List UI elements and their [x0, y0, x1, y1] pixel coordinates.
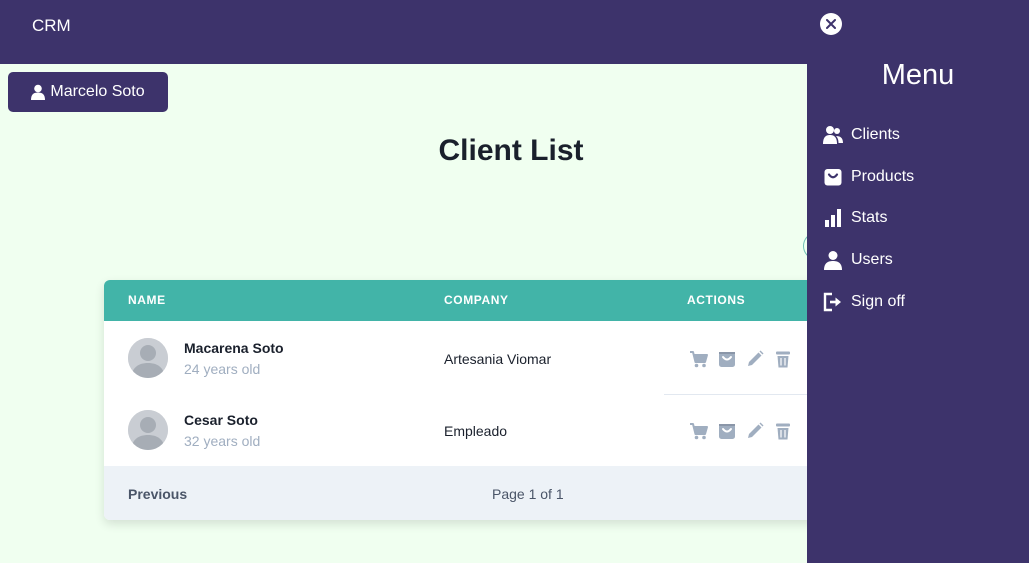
client-table: NAME COMPANY ACTIONS Macarena Soto 24 ye…	[104, 280, 824, 520]
client-age: 32 years old	[184, 433, 261, 449]
menu-title: Menu	[881, 59, 955, 91]
close-icon	[826, 19, 836, 29]
column-header-name: NAME	[128, 293, 166, 307]
close-menu-button[interactable]	[820, 13, 842, 35]
avatar	[128, 338, 168, 378]
side-menu-drawer: Menu Clients Products Stats Users Sign o…	[807, 60, 1029, 563]
sign-out-icon	[823, 292, 843, 312]
menu-item-label: Stats	[851, 209, 888, 226]
avatar	[128, 410, 168, 450]
client-age: 24 years old	[184, 361, 261, 377]
column-header-actions: ACTIONS	[687, 293, 746, 307]
user-icon	[31, 84, 46, 100]
menu-item-label: Clients	[851, 126, 900, 143]
menu-item-sign-off[interactable]: Sign off	[823, 290, 905, 314]
menu-item-label: Sign off	[851, 293, 905, 310]
menu-item-users[interactable]: Users	[823, 248, 893, 272]
client-name: Cesar Soto	[184, 412, 258, 428]
column-header-company: COMPANY	[444, 293, 509, 307]
table-pagination: Previous Page 1 of 1	[104, 466, 824, 520]
top-bar: CRM	[0, 0, 1029, 64]
shopping-bag-icon[interactable]	[717, 421, 737, 441]
row-actions	[689, 421, 793, 441]
menu-item-clients[interactable]: Clients	[823, 123, 900, 147]
trash-icon[interactable]	[773, 349, 793, 369]
menu-item-label: Products	[851, 168, 915, 185]
page-indicator: Page 1 of 1	[492, 486, 564, 502]
user-button-label: Marcelo Soto	[50, 83, 145, 100]
users-icon	[823, 125, 843, 145]
menu-item-label: Users	[851, 251, 893, 268]
pencil-icon[interactable]	[745, 421, 765, 441]
client-company: Artesania Viomar	[444, 351, 552, 367]
shopping-bag-icon[interactable]	[717, 349, 737, 369]
trash-icon[interactable]	[773, 421, 793, 441]
cart-icon[interactable]	[689, 421, 709, 441]
client-company: Empleado	[444, 423, 508, 439]
pencil-icon[interactable]	[745, 349, 765, 369]
menu-item-stats[interactable]: Stats	[823, 206, 887, 230]
client-name: Macarena Soto	[184, 340, 284, 356]
menu-item-products[interactable]: Products	[823, 165, 914, 189]
table-header: NAME COMPANY ACTIONS	[104, 280, 824, 321]
previous-page-button[interactable]: Previous	[128, 486, 187, 502]
table-row: Cesar Soto 32 years old Empleado	[104, 393, 824, 465]
brand-title: CRM	[32, 16, 71, 35]
user-button[interactable]: Marcelo Soto	[8, 72, 168, 112]
cart-icon[interactable]	[689, 349, 709, 369]
row-actions	[689, 349, 793, 369]
user-icon	[823, 250, 843, 270]
bar-chart-icon	[823, 208, 843, 228]
table-row: Macarena Soto 24 years old Artesania Vio…	[104, 321, 824, 393]
shopping-bag-icon	[823, 167, 843, 187]
